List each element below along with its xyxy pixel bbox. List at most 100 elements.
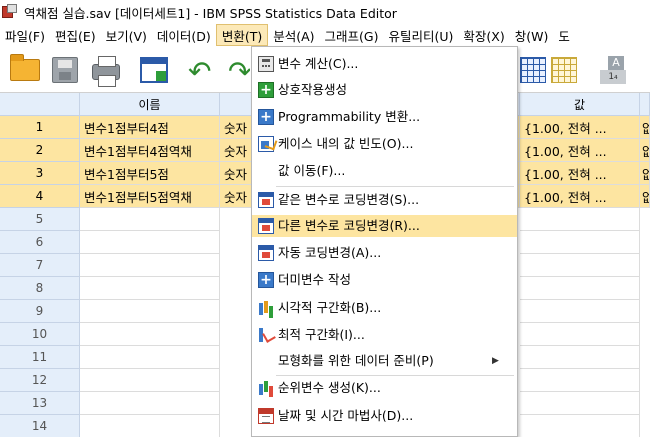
cell-missing[interactable]: 없 xyxy=(640,116,650,139)
empty-cell[interactable] xyxy=(520,254,640,277)
empty-cell[interactable] xyxy=(80,231,220,254)
row-header[interactable]: 5 xyxy=(0,208,80,231)
cell-missing[interactable]: 없 xyxy=(640,139,650,162)
menu-window[interactable]: 창(W) xyxy=(510,24,554,46)
print-icon[interactable] xyxy=(89,52,123,87)
empty-cell[interactable] xyxy=(80,277,220,300)
cell-values[interactable]: {1.00, 전혀 ... xyxy=(520,185,640,208)
cell-values[interactable]: {1.00, 전혀 ... xyxy=(520,162,640,185)
empty-cell[interactable] xyxy=(80,323,220,346)
empty-cell[interactable] xyxy=(520,323,640,346)
empty-cell[interactable] xyxy=(80,208,220,231)
row-header[interactable]: 11 xyxy=(0,346,80,369)
compute-variable-icon xyxy=(258,56,274,72)
menu-help[interactable]: 도 xyxy=(553,24,575,46)
empty-cell[interactable] xyxy=(80,346,220,369)
cell-missing[interactable]: 없 xyxy=(640,185,650,208)
menu-item-label: 자동 코딩변경(A)... xyxy=(278,245,382,260)
cell-name[interactable]: 변수1점부터4점 xyxy=(80,116,220,139)
menu-edit[interactable]: 편집(E) xyxy=(50,24,101,46)
menu-extensions[interactable]: 확장(X) xyxy=(458,24,509,46)
menu-item-compute-variable[interactable]: 변수 계산(C)... xyxy=(252,53,517,75)
menu-item-label: 다른 변수로 코딩변경(R)... xyxy=(278,218,420,233)
empty-cell[interactable] xyxy=(520,231,640,254)
cell-missing[interactable]: 없 xyxy=(640,162,650,185)
recode-same-icon xyxy=(258,192,274,208)
menu-item-shift-values[interactable]: 값 이동(F)... xyxy=(252,160,517,182)
menu-item-create-interaction[interactable]: + 상호작용생성 xyxy=(252,79,517,101)
menu-item-date-time-wizard[interactable]: 날짜 및 시간 마법사(D)... xyxy=(252,405,517,427)
menu-item-count-values[interactable]: 케이스 내의 값 빈도(O)... xyxy=(252,133,517,155)
value-labels-icon[interactable]: A 1₄ xyxy=(596,52,630,86)
menu-data[interactable]: 데이터(D) xyxy=(152,24,216,46)
empty-cell[interactable] xyxy=(520,300,640,323)
menu-item-recode-same[interactable]: 같은 변수로 코딩변경(S)... xyxy=(252,189,517,211)
empty-cell[interactable] xyxy=(520,392,640,415)
plus-blue-icon: + xyxy=(258,272,274,288)
cell-name[interactable]: 변수1점부터5점 xyxy=(80,162,220,185)
row-header[interactable]: 6 xyxy=(0,231,80,254)
plus-blue-icon: + xyxy=(258,109,274,125)
dialog-recall-icon[interactable] xyxy=(137,52,171,86)
menu-item-dummy-variables[interactable]: + 더미변수 작성 xyxy=(252,269,517,291)
empty-cell[interactable] xyxy=(520,415,640,437)
column-header-missing[interactable] xyxy=(640,93,650,116)
column-header-name[interactable]: 이름 xyxy=(80,93,220,116)
column-header-values[interactable]: 값 xyxy=(520,93,640,116)
menu-view[interactable]: 보기(V) xyxy=(101,24,152,46)
menu-transform[interactable]: 변환(T) xyxy=(215,24,269,46)
menu-item-rank-cases[interactable]: 순위변수 생성(K)... xyxy=(252,377,517,399)
row-header[interactable]: 10 xyxy=(0,323,80,346)
row-header[interactable]: 14 xyxy=(0,415,80,437)
undo-icon[interactable]: ↶ xyxy=(186,52,220,86)
empty-cell[interactable] xyxy=(80,254,220,277)
menu-item-optimal-binning[interactable]: 최적 구간화(I)... xyxy=(252,324,517,346)
data-grid-alt-icon[interactable] xyxy=(547,52,581,86)
row-header[interactable]: 7 xyxy=(0,254,80,277)
row-header[interactable]: 1 xyxy=(0,116,80,139)
empty-cell[interactable] xyxy=(80,300,220,323)
menu-item-visual-binning[interactable]: 시각적 구간화(B)... xyxy=(252,297,517,319)
open-folder-icon[interactable] xyxy=(8,52,42,86)
menu-item-prepare-data-modeling[interactable]: 모형화를 위한 데이터 준비(P) ▶ xyxy=(252,350,517,372)
menu-item-label: 같은 변수로 코딩변경(S)... xyxy=(278,192,420,207)
cell-name[interactable]: 변수1점부터5점역채 xyxy=(80,185,220,208)
menu-graphs[interactable]: 그래프(G) xyxy=(320,24,384,46)
menu-item-label: 모형화를 위한 데이터 준비(P) xyxy=(278,353,434,368)
empty-cell[interactable] xyxy=(80,415,220,437)
row-header[interactable]: 4 xyxy=(0,185,80,208)
row-header[interactable]: 12 xyxy=(0,369,80,392)
recode-different-icon xyxy=(258,218,274,234)
menu-item-label: 순위변수 생성(K)... xyxy=(278,380,381,395)
row-header[interactable]: 9 xyxy=(0,300,80,323)
cell-values[interactable]: {1.00, 전혀 ... xyxy=(520,116,640,139)
menu-item-label: 상호작용생성 xyxy=(278,82,348,97)
data-grid-icon[interactable] xyxy=(516,52,550,86)
menu-item-label: 최적 구간화(I)... xyxy=(278,327,365,342)
optimal-binning-icon xyxy=(258,327,274,343)
menu-analyze[interactable]: 분석(A) xyxy=(268,24,319,46)
menu-item-recode-different[interactable]: 다른 변수로 코딩변경(R)... xyxy=(252,215,517,237)
row-header[interactable]: 2 xyxy=(0,139,80,162)
empty-cell[interactable] xyxy=(520,277,640,300)
menu-item-auto-recode[interactable]: 자동 코딩변경(A)... xyxy=(252,242,517,264)
menu-item-programmability[interactable]: + Programmability 변환... xyxy=(252,106,517,128)
save-icon[interactable] xyxy=(48,52,82,86)
transform-menu: 변수 계산(C)... + 상호작용생성 + Programmability 변… xyxy=(251,46,518,437)
empty-cell[interactable] xyxy=(520,369,640,392)
menu-utilities[interactable]: 유틸리티(U) xyxy=(383,24,458,46)
cell-values[interactable]: {1.00, 전혀 ... xyxy=(520,139,640,162)
menu-file[interactable]: 파일(F) xyxy=(0,24,50,46)
row-header[interactable]: 8 xyxy=(0,277,80,300)
plus-green-icon: + xyxy=(258,82,274,98)
empty-cell[interactable] xyxy=(80,392,220,415)
row-header[interactable]: 13 xyxy=(0,392,80,415)
empty-cell[interactable] xyxy=(520,346,640,369)
empty-cell[interactable] xyxy=(520,208,640,231)
empty-cell[interactable] xyxy=(80,369,220,392)
spss-data-editor-window: 역채점 실습.sav [데이터세트1] - IBM SPSS Statistic… xyxy=(0,0,650,437)
row-header[interactable]: 3 xyxy=(0,162,80,185)
redo-icon[interactable]: ↷ xyxy=(226,52,250,86)
cell-name[interactable]: 변수1점부터4점역채 xyxy=(80,139,220,162)
menu-item-label: Programmability 변환... xyxy=(278,109,421,124)
